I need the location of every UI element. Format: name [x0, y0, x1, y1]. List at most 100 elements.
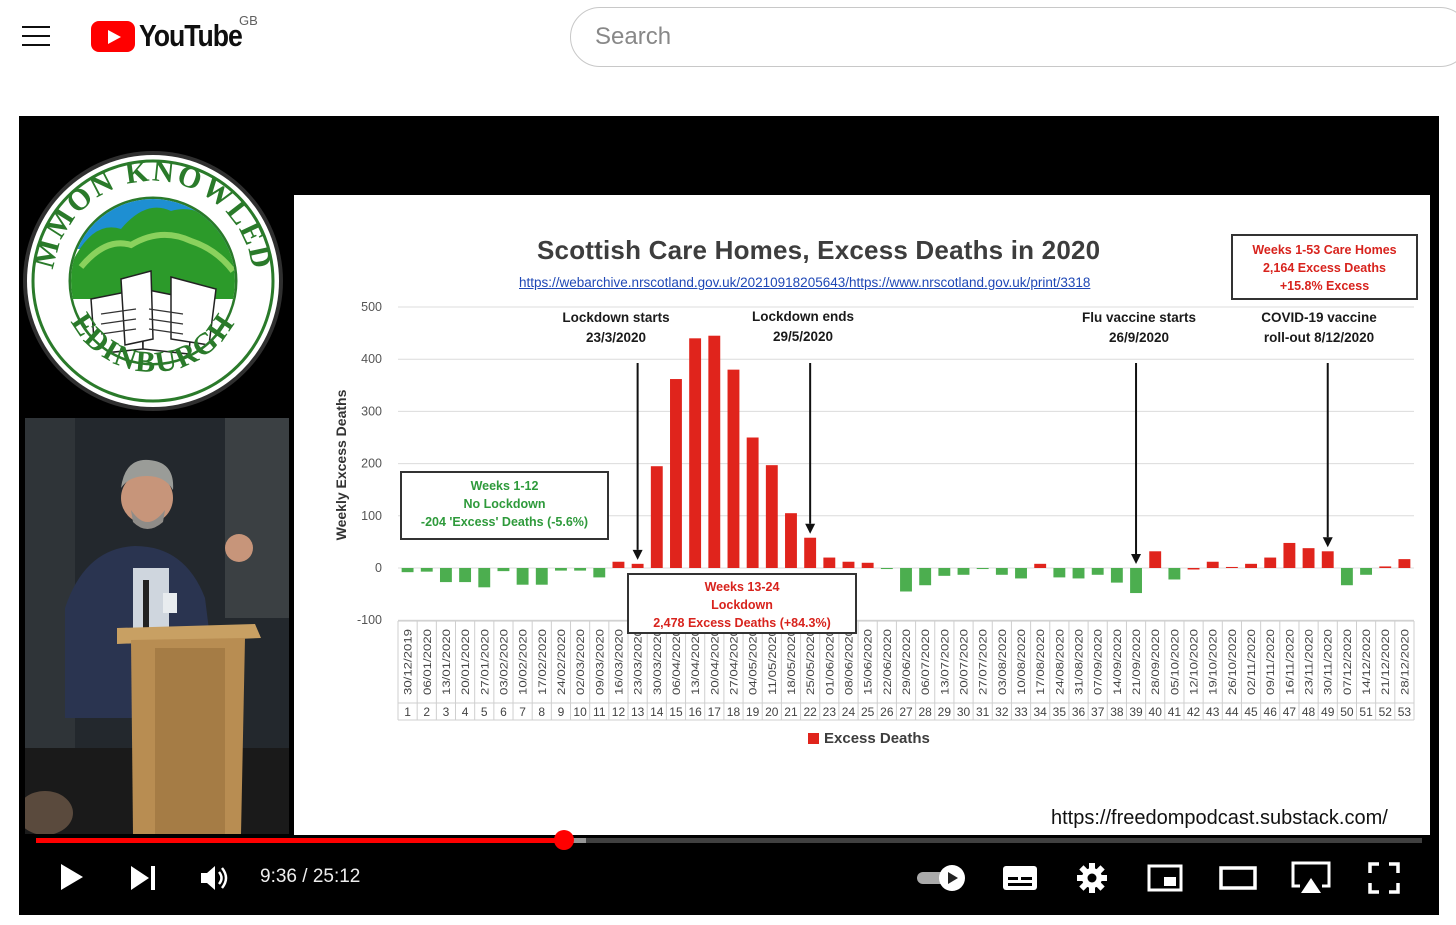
x-week-label: 41 — [1168, 705, 1182, 719]
x-week-label: 9 — [558, 705, 565, 719]
bar — [1149, 551, 1162, 568]
x-date-label: 10/08/2020 — [1016, 629, 1028, 695]
x-date-label: 20/07/2020 — [959, 629, 971, 695]
x-date-label: 06/01/2020 — [422, 629, 434, 695]
x-date-label: 16/11/2020 — [1284, 629, 1296, 695]
x-date-label: 03/08/2020 — [997, 629, 1009, 695]
theater-mode-icon[interactable] — [1219, 866, 1257, 890]
search-box[interactable] — [570, 7, 1456, 67]
bar — [804, 537, 817, 568]
bar — [1034, 563, 1047, 568]
x-week-label: 27 — [899, 705, 913, 719]
bar — [650, 466, 663, 568]
x-week-label: 3 — [443, 705, 450, 719]
progress-played — [36, 838, 565, 843]
footer-url: https://freedompodcast.substack.com/ — [1051, 807, 1388, 829]
x-week-label: 19 — [746, 705, 760, 719]
bar — [1091, 568, 1104, 575]
annotation-covid-vaccine: COVID-19 vaccine roll-out 8/12/2020 — [1249, 308, 1389, 348]
x-date-label: 31/08/2020 — [1074, 629, 1086, 695]
time-display: 9:36 / 25:12 — [260, 866, 361, 887]
x-week-label: 2 — [423, 705, 430, 719]
y-tick-label: 200 — [361, 457, 382, 471]
airplay-icon[interactable] — [1290, 860, 1332, 896]
progress-bar[interactable] — [36, 830, 1422, 850]
x-date-label: 09/03/2020 — [594, 629, 606, 695]
x-date-label: 23/03/2020 — [633, 629, 645, 695]
box-line: -204 'Excess' Deaths (-5.6%) — [420, 515, 589, 529]
x-date-label: 22/06/2020 — [882, 629, 894, 695]
x-date-label: 01/06/2020 — [824, 629, 836, 695]
x-week-label: 16 — [688, 705, 702, 719]
miniplayer-icon[interactable] — [1147, 864, 1183, 892]
x-date-label: 18/05/2020 — [786, 629, 798, 695]
x-date-label: 06/07/2020 — [920, 629, 932, 695]
x-week-label: 50 — [1340, 705, 1354, 719]
progress-scrubber-handle[interactable] — [554, 830, 575, 850]
bar — [708, 335, 721, 568]
x-date-label: 10/02/2020 — [518, 629, 530, 695]
x-week-label: 46 — [1264, 705, 1278, 719]
x-date-label: 04/05/2020 — [748, 629, 760, 695]
volume-icon[interactable] — [199, 862, 231, 894]
annotation-arrowhead — [805, 523, 816, 534]
next-icon[interactable] — [129, 864, 157, 892]
x-date-label: 12/10/2020 — [1189, 629, 1201, 695]
x-date-label: 07/12/2020 — [1342, 629, 1354, 695]
x-week-label: 37 — [1091, 705, 1105, 719]
x-week-label: 33 — [1014, 705, 1028, 719]
x-date-label: 13/07/2020 — [939, 629, 951, 695]
x-date-label: 17/02/2020 — [537, 629, 549, 695]
x-date-label: 27/04/2020 — [728, 629, 740, 695]
x-date-label: 28/09/2020 — [1150, 629, 1162, 695]
menu-icon[interactable] — [22, 26, 50, 46]
bar — [1340, 568, 1353, 586]
y-tick-label: 400 — [361, 352, 382, 366]
bar — [880, 568, 893, 570]
bar — [555, 568, 567, 571]
x-date-label: 21/12/2020 — [1380, 629, 1392, 695]
x-week-label: 44 — [1225, 705, 1239, 719]
presentation-slide: -100 0 100 200 300 400 500 Weekly Excess Deaths… — [294, 195, 1430, 835]
x-date-label: 25/05/2020 — [805, 629, 817, 695]
bar — [1360, 568, 1373, 575]
x-date-label: 03/02/2020 — [498, 629, 510, 695]
x-week-label: 30 — [957, 705, 971, 719]
settings-gear-icon[interactable] — [1076, 862, 1108, 894]
x-date-label: 02/11/2020 — [1246, 629, 1258, 695]
x-date-label: 24/08/2020 — [1054, 629, 1066, 695]
annotation-line: 26/9/2020 — [1108, 330, 1170, 345]
x-week-label: 10 — [573, 705, 587, 719]
x-week-label: 35 — [1053, 705, 1067, 719]
autoplay-toggle-icon[interactable] — [915, 864, 967, 892]
y-tick-label: -100 — [357, 613, 382, 627]
x-week-label: 45 — [1244, 705, 1258, 719]
summary-line: +15.8% Excess — [1279, 279, 1370, 293]
chart-legend: Excess Deaths — [808, 730, 930, 747]
youtube-logo[interactable]: YouTube — [91, 18, 259, 54]
bar — [861, 562, 874, 568]
x-date-label: 07/09/2020 — [1093, 629, 1105, 695]
fullscreen-icon[interactable] — [1368, 862, 1400, 894]
summary-box: Weeks 1-53 Care Homes 2,164 Excess Death… — [1231, 234, 1418, 300]
x-week-label: 8 — [538, 705, 545, 719]
bar — [976, 568, 989, 570]
lockdown-box: Weeks 13-24 Lockdown 2,478 Excess Deaths… — [627, 573, 857, 634]
video-player[interactable]: COMMON KNOWLEDGE EDINBURGH -100010020030… — [19, 116, 1439, 915]
x-week-label: 42 — [1187, 705, 1201, 719]
chart-title: Scottish Care Homes, Excess Deaths in 20… — [537, 235, 1101, 265]
x-week-label: 43 — [1206, 705, 1220, 719]
source-url-link: https://webarchive.nrscotland.gov.uk/202… — [519, 275, 1091, 290]
box-line: 2,478 Excess Deaths (+84.3%) — [653, 616, 831, 630]
play-icon[interactable] — [59, 862, 85, 892]
bar — [1302, 548, 1315, 568]
x-week-label: 26 — [880, 705, 894, 719]
subtitles-icon[interactable] — [1002, 864, 1038, 892]
annotation-line: Lockdown ends — [751, 309, 854, 324]
x-week-label: 14 — [650, 705, 664, 719]
bar — [785, 513, 797, 568]
x-week-label: 38 — [1110, 705, 1124, 719]
search-input[interactable] — [595, 21, 1395, 53]
bar — [900, 568, 912, 592]
x-week-label: 49 — [1321, 705, 1335, 719]
